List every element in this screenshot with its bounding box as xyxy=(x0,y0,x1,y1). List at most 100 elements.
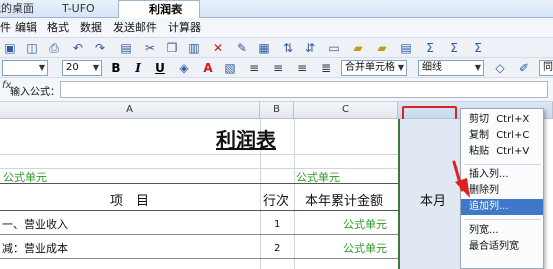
sort-ascending-icon[interactable]: ⇅ xyxy=(280,40,296,56)
menu-file[interactable]: 件 xyxy=(0,18,11,38)
tab-income-statement[interactable]: 利润表 xyxy=(118,0,200,19)
format-brush-icon[interactable]: ✎ xyxy=(234,40,250,56)
print-icon[interactable]: ⎙ xyxy=(46,40,62,56)
tab-tufo-label: T-UFO xyxy=(62,2,95,15)
row-value[interactable]: 公式单元 xyxy=(343,216,387,232)
formula-cell-c[interactable]: 公式单元 xyxy=(296,169,340,185)
format-toolbar: ▼ 20 ▼ B I U ◈ A ▧ ≡ ≡ ≡ ≣ 合并单元格 ▼ 细线 ▼ ◇ ✐… xyxy=(0,58,553,78)
menu-send-mail[interactable]: 发送邮件 xyxy=(113,18,157,38)
header-month[interactable]: 本月 xyxy=(420,190,446,209)
sum-row-icon[interactable]: Σ xyxy=(446,40,462,56)
menu-item-copy-label: 复制 xyxy=(469,130,489,141)
menu-data[interactable]: 数据 xyxy=(80,18,102,38)
column-header-b[interactable]: B xyxy=(260,102,294,119)
copy-icon[interactable]: ❐ xyxy=(164,40,180,56)
extra-select-label: 同 xyxy=(543,62,553,73)
menu-calculator[interactable]: 计算器 xyxy=(168,18,201,38)
delete-icon[interactable]: ✕ xyxy=(210,40,226,56)
row-border xyxy=(0,258,398,259)
header-item[interactable]: 项 目 xyxy=(110,190,149,209)
paste-icon[interactable]: ▥ xyxy=(186,40,202,56)
formula-label: 输入公式： xyxy=(10,87,60,98)
extra-select[interactable]: 同 xyxy=(539,60,553,76)
column-header-a[interactable]: A xyxy=(0,102,260,119)
underline-icon[interactable]: U xyxy=(152,60,168,76)
row-value[interactable]: 公式单元 xyxy=(343,240,387,256)
menu-format[interactable]: 格式 xyxy=(47,18,69,38)
border-style-select[interactable]: 细线 ▼ xyxy=(418,60,484,76)
menu-item-autofit-width[interactable]: 最合适列宽 xyxy=(461,239,543,255)
align-right-icon[interactable]: ≡ xyxy=(294,60,310,76)
sort-descending-icon[interactable]: ⇵ xyxy=(302,40,318,56)
print-preview-icon[interactable]: ◫ xyxy=(24,40,40,56)
row-number[interactable]: 2 xyxy=(274,243,280,254)
menu-item-copy[interactable]: 复制 Ctrl+C xyxy=(461,128,543,144)
align-left-icon[interactable]: ≡ xyxy=(246,60,262,76)
context-menu: 剪切 Ctrl+X 复制 Ctrl+C 粘贴 Ctrl+V 插入列... 删除列… xyxy=(460,108,544,269)
row-item[interactable]: 减：营业成本 xyxy=(2,240,68,256)
menu-item-cut-shortcut: Ctrl+X xyxy=(496,114,530,125)
formula-input[interactable] xyxy=(60,81,548,98)
edit-icon[interactable]: ✐ xyxy=(516,60,532,76)
italic-icon[interactable]: I xyxy=(130,60,146,76)
menu-item-paste[interactable]: 粘贴 Ctrl+V xyxy=(461,144,543,160)
insert-row-icon[interactable]: ▭ xyxy=(326,40,342,56)
font-family-select[interactable]: ▼ xyxy=(0,60,50,76)
annotation-arrow xyxy=(452,160,470,198)
row-number[interactable]: 1 xyxy=(274,219,280,230)
tab-bar: 我的桌面 T-UFO 利润表 ✕ xyxy=(0,0,553,19)
menu-bar: 件 编辑 格式 数据 发送邮件 计算器 xyxy=(0,18,553,38)
undo-icon[interactable]: ↶ xyxy=(70,40,86,56)
menu-edit[interactable]: 编辑 xyxy=(15,18,37,38)
fill-color-icon[interactable]: ◈ xyxy=(176,60,192,76)
redo-icon[interactable]: ↷ xyxy=(92,40,108,56)
menu-item-paste-label: 粘贴 xyxy=(469,146,489,157)
merge-cells-label: 合并单元格 xyxy=(345,62,395,73)
menu-item-cut-label: 剪切 xyxy=(469,114,489,125)
formula-cell-a[interactable]: 公式单元 xyxy=(3,169,47,185)
row-item[interactable]: 一、营业收入 xyxy=(2,216,68,232)
chart-icon[interactable]: ▦ xyxy=(256,40,272,56)
header-ytd-amount[interactable]: 本年累计金额 xyxy=(305,190,383,209)
close-icon[interactable]: ✕ xyxy=(174,0,184,17)
folder-icon[interactable]: ▰ xyxy=(350,40,366,56)
font-color-icon[interactable]: A xyxy=(200,60,216,76)
save-icon[interactable]: ▣ xyxy=(2,40,18,56)
bold-icon[interactable]: B xyxy=(108,60,124,76)
font-size-select[interactable]: 20 ▼ xyxy=(62,60,102,76)
menu-separator xyxy=(465,219,541,220)
gridline xyxy=(0,154,398,155)
menu-separator xyxy=(465,164,541,165)
tab-desktop-label: 我的桌面 xyxy=(0,2,34,15)
cut-icon[interactable]: ✂ xyxy=(142,40,158,56)
tab-tufo[interactable]: T-UFO xyxy=(62,0,114,18)
justify-icon[interactable]: ≣ xyxy=(318,60,334,76)
report-icon[interactable]: ▤ xyxy=(398,40,414,56)
menu-item-delete-column[interactable]: 删除列 xyxy=(461,183,543,199)
menu-item-paste-shortcut: Ctrl+V xyxy=(496,146,530,157)
menu-item-copy-shortcut: Ctrl+C xyxy=(496,130,530,141)
menu-item-column-width[interactable]: 列宽... xyxy=(461,223,543,239)
formula-bar: fx 输入公式： xyxy=(0,78,553,102)
report-title[interactable]: 利润表 xyxy=(216,124,276,153)
border-style-label: 细线 xyxy=(422,62,442,73)
sum-icon[interactable]: Σ xyxy=(422,40,438,56)
eraser-icon[interactable]: ◇ xyxy=(492,60,508,76)
header-row-number[interactable]: 行次 xyxy=(263,190,289,209)
sum-column-icon[interactable]: Σ xyxy=(470,40,486,56)
column-header-c[interactable]: C xyxy=(294,102,398,119)
row-border xyxy=(0,234,398,235)
standard-toolbar: ▣ ◫ ⎙ ↶ ↷ ▤ ✂ ❐ ▥ ✕ ✎ ▦ ⇅ ⇵ ▭ ▰ ▰ ▤ Σ Σ … xyxy=(0,38,553,58)
merge-cells-select[interactable]: 合并单元格 ▼ xyxy=(341,60,407,76)
header-bottom-border xyxy=(0,210,398,211)
pattern-icon[interactable]: ▧ xyxy=(222,60,238,76)
menu-item-cut[interactable]: 剪切 Ctrl+X xyxy=(461,112,543,128)
open-folder-icon[interactable]: ▰ xyxy=(374,40,390,56)
view-icon[interactable]: ▤ xyxy=(118,40,134,56)
menu-item-append-column[interactable]: 追加列... xyxy=(461,199,543,215)
menu-item-insert-column[interactable]: 插入列... xyxy=(461,167,543,183)
align-center-icon[interactable]: ≡ xyxy=(270,60,286,76)
font-size-value: 20 xyxy=(66,62,79,73)
tab-desktop[interactable]: 我的桌面 xyxy=(0,0,58,18)
gridline xyxy=(294,119,295,269)
